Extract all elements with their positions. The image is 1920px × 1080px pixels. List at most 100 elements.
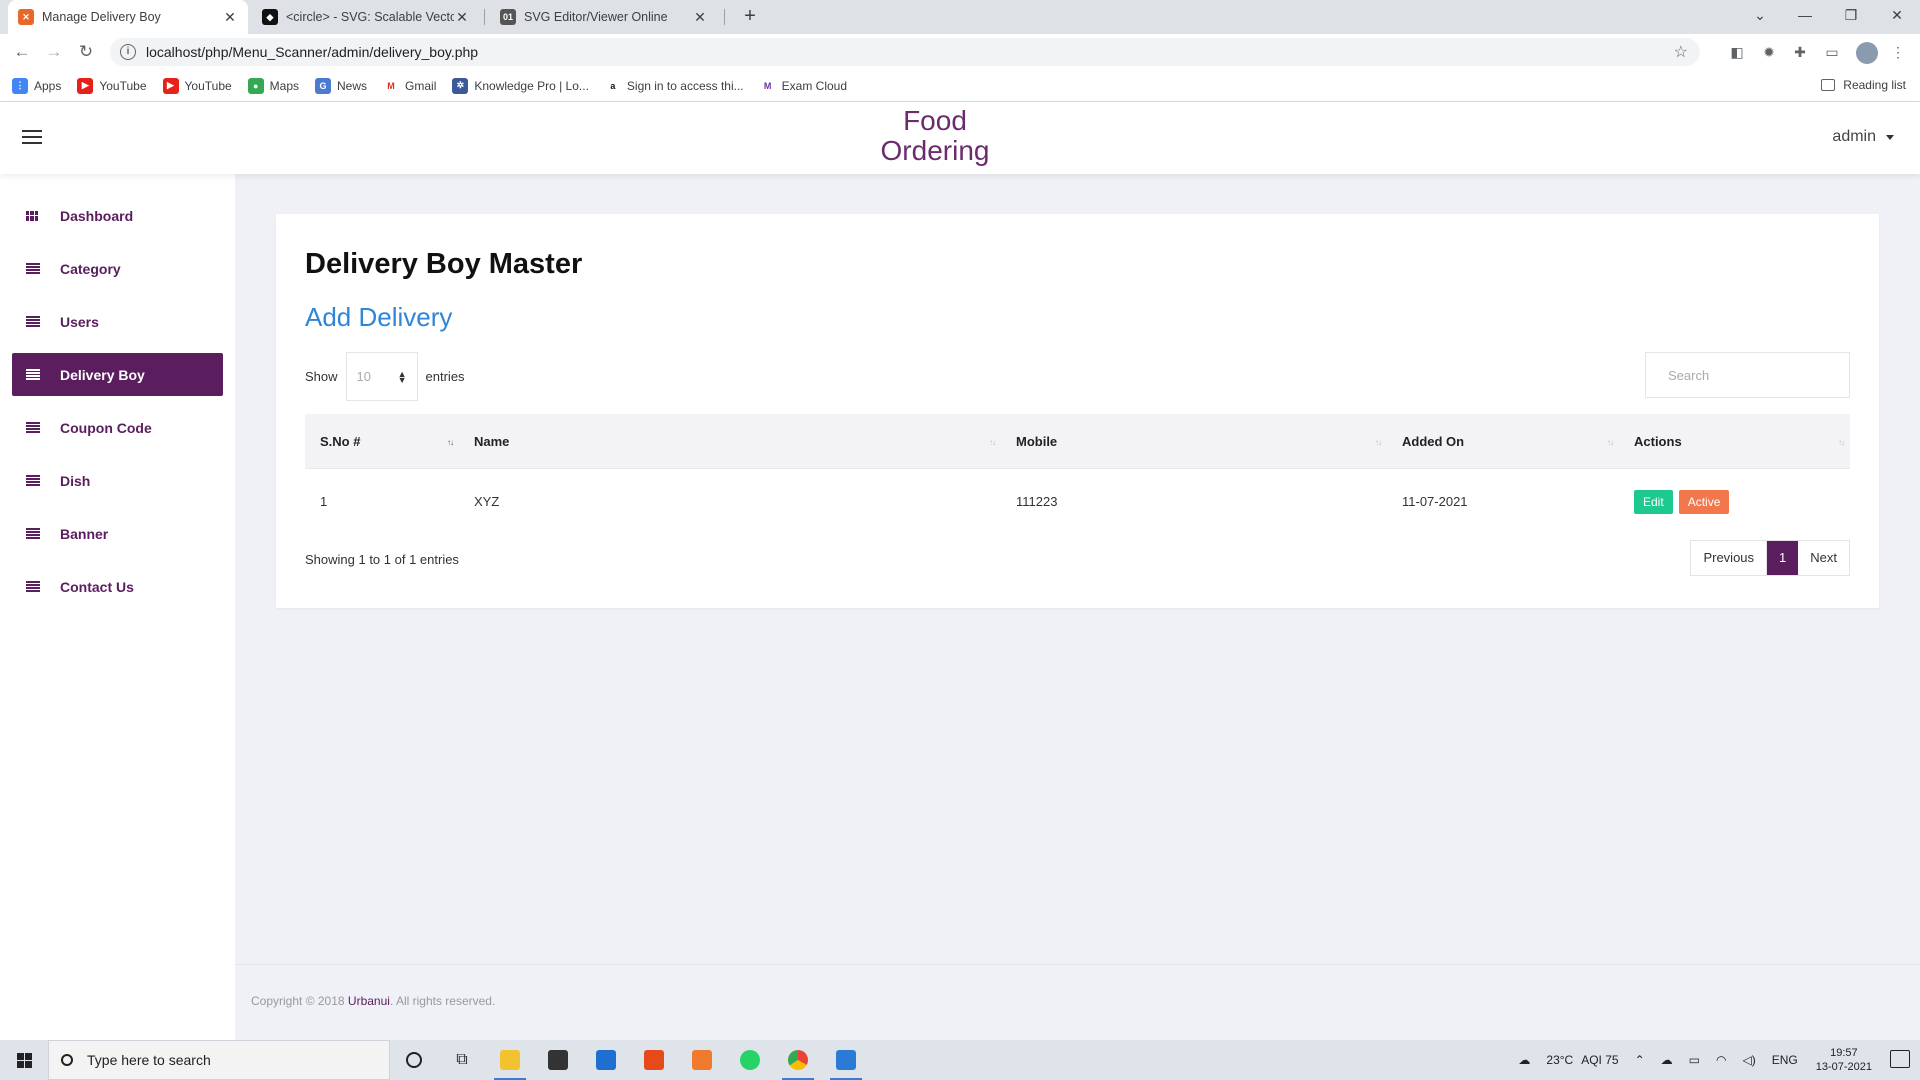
cast-icon[interactable]: ▭ [1822,42,1842,62]
clock[interactable]: 19:57 13-07-2021 [1816,1046,1872,1074]
dashboard-icon [26,210,38,221]
code-editor-icon[interactable] [822,1040,870,1080]
sidebar-item-users[interactable]: Users [12,300,223,343]
user-menu[interactable]: admin [1832,128,1894,146]
sidebar-item-contact-us[interactable]: Contact Us [12,565,223,608]
chrome-icon[interactable] [774,1040,822,1080]
extension-icon[interactable]: ◧ [1727,42,1747,62]
close-window-icon[interactable]: ✕ [1874,0,1920,34]
bookmark-news[interactable]: G News [315,77,368,94]
sidebar-item-delivery-boy[interactable]: Delivery Boy [12,353,223,396]
cell-mobile: 111223 [1016,494,1058,509]
bookmark-exam-cloud[interactable]: M Exam Cloud [759,77,848,94]
column-header-name[interactable]: Name ↑↓ [459,414,1001,468]
extensions-puzzle-icon[interactable]: ✚ [1790,42,1810,62]
copyright: Copyright © 2018 Urbanui. All rights res… [251,994,495,1008]
maximize-icon[interactable]: ❐ [1828,0,1874,34]
column-header-mobile[interactable]: Mobile ↑↓ [1001,414,1387,468]
browser-tab-manage-delivery-boy[interactable]: ✕ Manage Delivery Boy ✕ [8,0,248,34]
bookmark-gmail[interactable]: M Gmail [383,77,436,94]
bookmark-youtube[interactable]: ▶ YouTube [77,77,147,94]
onedrive-icon[interactable]: ☁ [1661,1053,1673,1067]
browser-tab-svg-editor[interactable]: 01 SVG Editor/Viewer Online ✕ [490,0,718,34]
reload-icon[interactable]: ↻ [74,40,98,64]
language-indicator[interactable]: ENG [1772,1053,1798,1067]
new-tab-icon[interactable]: + [738,5,762,29]
sidebar-toggle-icon[interactable] [22,130,42,146]
company-link[interactable]: Urbanui [348,994,390,1008]
forward-icon[interactable]: → [42,40,66,64]
column-header-sno[interactable]: S.No # ↑↓ [305,414,459,468]
add-delivery-link[interactable]: Add Delivery [305,302,452,333]
site-info-icon[interactable]: i [120,44,136,60]
chevron-up-icon[interactable]: ⌃ [1635,1053,1645,1067]
exam-cloud-icon: M [759,77,776,94]
file-explorer-icon[interactable] [486,1040,534,1080]
close-tab-icon[interactable]: ✕ [454,9,470,26]
whatsapp-icon[interactable] [726,1040,774,1080]
page-1-button[interactable]: 1 [1767,541,1799,575]
tab-separator [724,9,725,25]
bookmark-star-icon[interactable]: ☆ [1674,42,1688,62]
column-label: Added On [1402,433,1465,449]
column-header-actions[interactable]: Actions ↑↓ [1619,414,1850,468]
weather-temp[interactable]: 23°C [1546,1053,1573,1067]
weather-aqi[interactable]: AQI 75 [1581,1053,1618,1067]
close-tab-icon[interactable]: ✕ [692,9,708,26]
profile-avatar[interactable] [1856,42,1878,64]
task-view-icon[interactable]: ⧉ [438,1040,486,1080]
sidebar-item-category[interactable]: Category [12,247,223,290]
tab-title: Manage Delivery Boy [42,10,161,24]
column-header-added-on[interactable]: Added On ↑↓ [1387,414,1619,468]
browser-tab-svg-circle[interactable]: ◆ <circle> - SVG: Scalable Vector G ✕ [252,0,480,34]
bookmark-knowledge-pro[interactable]: ✲ Knowledge Pro | Lo... [452,77,589,94]
brand-logo[interactable]: Food Ordering [860,106,1010,166]
bookmark-apps[interactable]: ⋮ Apps [12,77,61,94]
search-input[interactable] [1645,352,1850,398]
sidebar-item-label: Category [60,260,121,277]
previous-page-button[interactable]: Previous [1691,541,1768,575]
mail-icon[interactable] [582,1040,630,1080]
cortana-icon[interactable] [390,1040,438,1080]
bookmark-label: Exam Cloud [781,78,848,93]
svg-editor-favicon-icon: 01 [500,9,516,25]
store-icon[interactable] [534,1040,582,1080]
sidebar-item-label: Dish [60,472,91,489]
page-length-select[interactable]: 10 ▲ ▼ [345,352,418,401]
status-active-button[interactable]: Active [1678,489,1730,514]
notification-center-icon[interactable] [1890,1050,1910,1068]
bookmark-youtube[interactable]: ▶ YouTube [162,77,232,94]
list-icon [26,262,40,275]
tab-search-icon[interactable]: ⌄ [1737,0,1783,34]
bookmark-amazon[interactable]: a Sign in to access thi... [604,77,744,94]
minimize-icon[interactable]: — [1782,0,1828,34]
address-bar[interactable]: i localhost/php/Menu_Scanner/admin/deliv… [110,38,1700,66]
windows-start-icon[interactable] [0,1040,48,1080]
wifi-icon[interactable]: ◠ [1716,1053,1726,1067]
table-header: S.No # ↑↓ Name ↑↓ Mobile ↑↓ Added On ↑↓ Acti… [305,414,1850,468]
page-length-control: Show 10 ▲ ▼ entries [305,352,465,401]
news-icon: G [315,77,332,94]
main-content: Delivery Boy Master Add Delivery Show 10… [235,174,1920,1040]
bookmark-label: News [337,78,368,93]
taskbar-search[interactable]: Type here to search [48,1040,390,1080]
edit-button[interactable]: Edit [1634,489,1673,514]
next-page-button[interactable]: Next [1798,541,1849,575]
volume-icon[interactable]: ◁) [1742,1053,1755,1067]
sidebar-item-label: Banner [60,525,109,542]
sidebar-item-dish[interactable]: Dish [12,459,223,502]
sidebar-item-coupon-code[interactable]: Coupon Code [12,406,223,449]
sidebar-item-dashboard[interactable]: Dashboard [12,194,223,237]
bookmark-maps[interactable]: ● Maps [247,77,299,94]
office-icon[interactable] [630,1040,678,1080]
back-icon[interactable]: ← [10,40,34,64]
extension-icon[interactable]: ✹ [1759,42,1779,62]
menu-kebab-icon[interactable]: ⋮ [1888,42,1908,62]
mdn-favicon-icon: ◆ [262,9,278,25]
search-icon [61,1054,73,1066]
close-tab-icon[interactable]: ✕ [222,9,238,26]
xampp-icon[interactable] [678,1040,726,1080]
battery-icon[interactable]: ▭ [1689,1053,1700,1067]
reading-list[interactable]: Reading list [1821,78,1906,92]
sidebar-item-banner[interactable]: Banner [12,512,223,555]
